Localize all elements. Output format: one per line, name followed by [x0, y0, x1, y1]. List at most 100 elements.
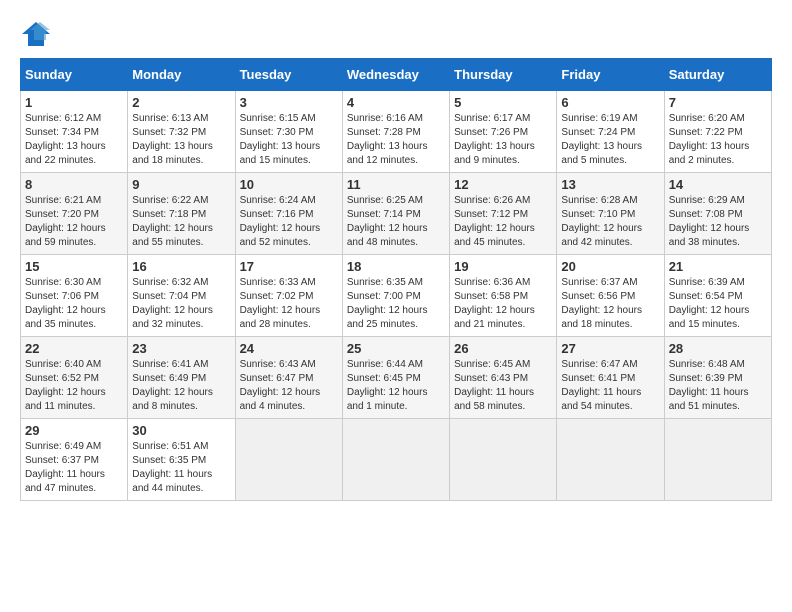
calendar-cell: [664, 419, 771, 501]
day-number: 25: [347, 341, 445, 356]
day-info: Sunrise: 6:16 AM Sunset: 7:28 PM Dayligh…: [347, 112, 445, 168]
calendar-cell: 10 Sunrise: 6:24 AM Sunset: 7:16 PM Dayli…: [235, 173, 342, 255]
day-number: 3: [240, 95, 338, 110]
calendar-cell: 12Sunrise: 6:26 AM Sunset: 7:12 PM Dayli…: [450, 173, 557, 255]
day-info: Sunrise: 6:41 AM Sunset: 6:49 PM Dayligh…: [132, 358, 230, 414]
calendar-cell: 29Sunrise: 6:49 AM Sunset: 6:37 PM Dayli…: [21, 419, 128, 501]
calendar-cell: [235, 419, 342, 501]
calendar-cell: 18 Sunrise: 6:35 AM Sunset: 7:00 PM Dayli…: [342, 255, 449, 337]
header: [20, 20, 772, 48]
day-info: Sunrise: 6:40 AM Sunset: 6:52 PM Dayligh…: [25, 358, 123, 414]
day-header-monday: Monday: [128, 59, 235, 91]
calendar-cell: 16 Sunrise: 6:32 AM Sunset: 7:04 PM Dayli…: [128, 255, 235, 337]
calendar-cell: 22 Sunrise: 6:40 AM Sunset: 6:52 PM Dayli…: [21, 337, 128, 419]
day-number: 13: [561, 177, 659, 192]
day-number: 27: [561, 341, 659, 356]
calendar-cell: 28 Sunrise: 6:48 AM Sunset: 6:39 PM Dayli…: [664, 337, 771, 419]
calendar-cell: 4 Sunrise: 6:16 AM Sunset: 7:28 PM Daylig…: [342, 91, 449, 173]
calendar-week-row: 22 Sunrise: 6:40 AM Sunset: 6:52 PM Dayli…: [21, 337, 772, 419]
day-info: Sunrise: 6:49 AM Sunset: 6:37 PM Dayligh…: [25, 440, 123, 496]
day-number: 11: [347, 177, 445, 192]
calendar-cell: 8 Sunrise: 6:21 AM Sunset: 7:20 PM Daylig…: [21, 173, 128, 255]
day-number: 10: [240, 177, 338, 192]
day-number: 4: [347, 95, 445, 110]
calendar-cell: 27 Sunrise: 6:47 AM Sunset: 6:41 PM Dayli…: [557, 337, 664, 419]
day-number: 15: [25, 259, 123, 274]
day-info: Sunrise: 6:20 AM Sunset: 7:22 PM Dayligh…: [669, 112, 767, 168]
day-info: Sunrise: 6:15 AM Sunset: 7:30 PM Dayligh…: [240, 112, 338, 168]
calendar-cell: 25 Sunrise: 6:44 AM Sunset: 6:45 PM Dayli…: [342, 337, 449, 419]
day-number: 14: [669, 177, 767, 192]
day-info: Sunrise: 6:30 AM Sunset: 7:06 PM Dayligh…: [25, 276, 123, 332]
day-info: Sunrise: 6:32 AM Sunset: 7:04 PM Dayligh…: [132, 276, 230, 332]
day-info: Sunrise: 6:22 AM Sunset: 7:18 PM Dayligh…: [132, 194, 230, 250]
day-header-friday: Friday: [557, 59, 664, 91]
calendar-cell: 21 Sunrise: 6:39 AM Sunset: 6:54 PM Dayli…: [664, 255, 771, 337]
day-number: 18: [347, 259, 445, 274]
day-info: Sunrise: 6:28 AM Sunset: 7:10 PM Dayligh…: [561, 194, 659, 250]
day-number: 5: [454, 95, 552, 110]
day-info: Sunrise: 6:44 AM Sunset: 6:45 PM Dayligh…: [347, 358, 445, 414]
day-info: Sunrise: 6:48 AM Sunset: 6:39 PM Dayligh…: [669, 358, 767, 414]
calendar-cell: 20 Sunrise: 6:37 AM Sunset: 6:56 PM Dayli…: [557, 255, 664, 337]
day-number: 20: [561, 259, 659, 274]
day-header-thursday: Thursday: [450, 59, 557, 91]
calendar-cell: [557, 419, 664, 501]
day-info: Sunrise: 6:51 AM Sunset: 6:35 PM Dayligh…: [132, 440, 230, 496]
calendar-cell: [450, 419, 557, 501]
day-info: Sunrise: 6:25 AM Sunset: 7:14 PM Dayligh…: [347, 194, 445, 250]
day-number: 7: [669, 95, 767, 110]
logo-icon: [20, 20, 52, 48]
calendar-table: SundayMondayTuesdayWednesdayThursdayFrid…: [20, 58, 772, 501]
day-info: Sunrise: 6:12 AM Sunset: 7:34 PM Dayligh…: [25, 112, 123, 168]
day-number: 26: [454, 341, 552, 356]
day-header-sunday: Sunday: [21, 59, 128, 91]
day-number: 12: [454, 177, 552, 192]
day-number: 16: [132, 259, 230, 274]
calendar-cell: 7 Sunrise: 6:20 AM Sunset: 7:22 PM Daylig…: [664, 91, 771, 173]
day-number: 1: [25, 95, 123, 110]
day-info: Sunrise: 6:29 AM Sunset: 7:08 PM Dayligh…: [669, 194, 767, 250]
calendar-header-row: SundayMondayTuesdayWednesdayThursdayFrid…: [21, 59, 772, 91]
calendar-cell: 15 Sunrise: 6:30 AM Sunset: 7:06 PM Dayli…: [21, 255, 128, 337]
calendar-week-row: 1 Sunrise: 6:12 AM Sunset: 7:34 PM Daylig…: [21, 91, 772, 173]
calendar-cell: 5 Sunrise: 6:17 AM Sunset: 7:26 PM Daylig…: [450, 91, 557, 173]
day-number: 19: [454, 259, 552, 274]
day-number: 22: [25, 341, 123, 356]
day-info: Sunrise: 6:35 AM Sunset: 7:00 PM Dayligh…: [347, 276, 445, 332]
day-number: 17: [240, 259, 338, 274]
calendar-cell: 1 Sunrise: 6:12 AM Sunset: 7:34 PM Daylig…: [21, 91, 128, 173]
calendar-cell: 23 Sunrise: 6:41 AM Sunset: 6:49 PM Dayli…: [128, 337, 235, 419]
calendar-cell: 26 Sunrise: 6:45 AM Sunset: 6:43 PM Dayli…: [450, 337, 557, 419]
calendar-cell: 11 Sunrise: 6:25 AM Sunset: 7:14 PM Dayli…: [342, 173, 449, 255]
calendar-cell: 2 Sunrise: 6:13 AM Sunset: 7:32 PM Daylig…: [128, 91, 235, 173]
day-info: Sunrise: 6:39 AM Sunset: 6:54 PM Dayligh…: [669, 276, 767, 332]
day-number: 6: [561, 95, 659, 110]
day-number: 28: [669, 341, 767, 356]
day-info: Sunrise: 6:36 AM Sunset: 6:58 PM Dayligh…: [454, 276, 552, 332]
day-info: Sunrise: 6:21 AM Sunset: 7:20 PM Dayligh…: [25, 194, 123, 250]
day-info: Sunrise: 6:37 AM Sunset: 6:56 PM Dayligh…: [561, 276, 659, 332]
day-info: Sunrise: 6:17 AM Sunset: 7:26 PM Dayligh…: [454, 112, 552, 168]
calendar-cell: 6 Sunrise: 6:19 AM Sunset: 7:24 PM Daylig…: [557, 91, 664, 173]
day-number: 23: [132, 341, 230, 356]
day-info: Sunrise: 6:13 AM Sunset: 7:32 PM Dayligh…: [132, 112, 230, 168]
day-number: 9: [132, 177, 230, 192]
day-header-saturday: Saturday: [664, 59, 771, 91]
day-info: Sunrise: 6:33 AM Sunset: 7:02 PM Dayligh…: [240, 276, 338, 332]
day-header-tuesday: Tuesday: [235, 59, 342, 91]
day-info: Sunrise: 6:45 AM Sunset: 6:43 PM Dayligh…: [454, 358, 552, 414]
calendar-week-row: 29Sunrise: 6:49 AM Sunset: 6:37 PM Dayli…: [21, 419, 772, 501]
day-info: Sunrise: 6:24 AM Sunset: 7:16 PM Dayligh…: [240, 194, 338, 250]
calendar-cell: 30Sunrise: 6:51 AM Sunset: 6:35 PM Dayli…: [128, 419, 235, 501]
calendar-cell: 19 Sunrise: 6:36 AM Sunset: 6:58 PM Dayli…: [450, 255, 557, 337]
day-info: Sunrise: 6:47 AM Sunset: 6:41 PM Dayligh…: [561, 358, 659, 414]
day-info: Sunrise: 6:19 AM Sunset: 7:24 PM Dayligh…: [561, 112, 659, 168]
day-number: 8: [25, 177, 123, 192]
calendar-week-row: 15 Sunrise: 6:30 AM Sunset: 7:06 PM Dayli…: [21, 255, 772, 337]
day-number: 2: [132, 95, 230, 110]
calendar-cell: [342, 419, 449, 501]
calendar-cell: 3 Sunrise: 6:15 AM Sunset: 7:30 PM Daylig…: [235, 91, 342, 173]
day-number: 21: [669, 259, 767, 274]
day-header-wednesday: Wednesday: [342, 59, 449, 91]
